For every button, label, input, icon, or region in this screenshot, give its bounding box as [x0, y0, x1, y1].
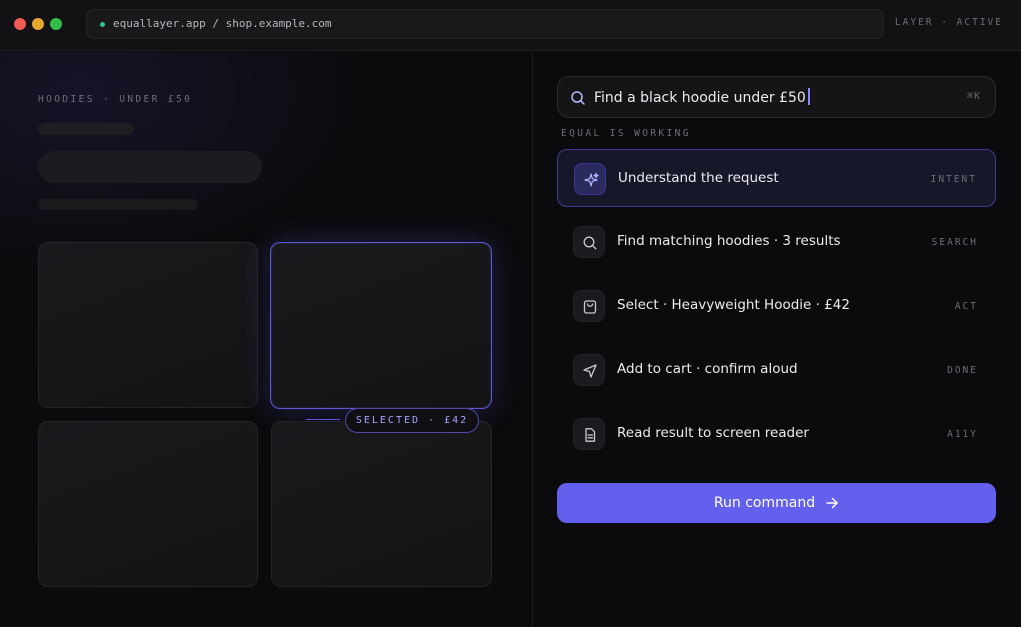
arrow-right-icon — [826, 497, 838, 509]
step-label: Find matching hoodies · 3 results — [617, 233, 841, 249]
search-icon — [573, 226, 605, 258]
connection-status-dot — [100, 22, 105, 27]
minimize-window-button[interactable] — [32, 18, 44, 30]
step-select-product[interactable]: Select · Heavyweight Hoodie · £42 ACT — [557, 277, 996, 335]
app-window: equallayer.app / shop.example.com LAYER … — [0, 0, 1021, 627]
address-bar[interactable]: equallayer.app / shop.example.com — [86, 9, 884, 39]
panel-divider — [532, 52, 533, 627]
run-command-label: Run command — [713, 495, 816, 511]
agent-status-label: EQUAL IS WORKING — [561, 128, 691, 139]
product-card[interactable] — [38, 421, 258, 587]
address-text[interactable]: equallayer.app / shop.example.com — [113, 17, 332, 30]
product-card[interactable] — [38, 242, 258, 408]
step-tag: INTENT — [930, 174, 977, 185]
skeleton-line — [38, 123, 134, 135]
shopping-bag-icon — [573, 290, 605, 322]
category-eyebrow: HOODIES · UNDER £50 — [38, 94, 193, 105]
step-label: Understand the request — [618, 170, 779, 186]
text-caret — [807, 88, 810, 105]
step-label: Add to cart · confirm aloud — [617, 361, 798, 377]
send-icon — [573, 354, 605, 386]
step-understand-request[interactable]: Understand the request INTENT — [557, 149, 996, 207]
step-label: Select · Heavyweight Hoodie · £42 — [617, 297, 850, 313]
step-tag: ACT — [954, 301, 978, 312]
skeleton-title — [38, 151, 262, 183]
product-card-selected[interactable] — [270, 242, 492, 409]
layer-status-label: LAYER · ACTIVE — [894, 17, 1003, 28]
step-label: Read result to screen reader — [617, 425, 809, 441]
step-tag: DONE — [947, 365, 978, 376]
step-read-result[interactable]: Read result to screen reader A11Y — [557, 405, 996, 463]
shop-preview-panel: HOODIES · UNDER £50 SELECTED · £42 — [0, 52, 532, 627]
selection-connector — [306, 419, 340, 420]
run-command-button[interactable]: Run command — [557, 483, 996, 523]
step-tag: SEARCH — [931, 237, 978, 248]
skeleton-line — [38, 199, 198, 210]
step-tag: A11Y — [947, 429, 978, 440]
search-icon — [571, 91, 585, 105]
command-input-text[interactable]: Find a black hoodie under £50 — [594, 88, 810, 106]
step-add-to-cart[interactable]: Add to cart · confirm aloud DONE — [557, 341, 996, 399]
product-card[interactable] — [271, 421, 492, 587]
close-window-button[interactable] — [14, 18, 26, 30]
keyboard-shortcut-hint: ⌘K — [966, 91, 981, 102]
command-input[interactable]: Find a black hoodie under £50 ⌘K — [557, 76, 996, 118]
title-bar: equallayer.app / shop.example.com LAYER … — [0, 0, 1021, 51]
sparkle-icon — [574, 163, 606, 195]
step-find-hoodies[interactable]: Find matching hoodies · 3 results SEARCH — [557, 213, 996, 271]
maximize-window-button[interactable] — [50, 18, 62, 30]
selected-badge: SELECTED · £42 — [345, 408, 479, 433]
document-icon — [573, 418, 605, 450]
